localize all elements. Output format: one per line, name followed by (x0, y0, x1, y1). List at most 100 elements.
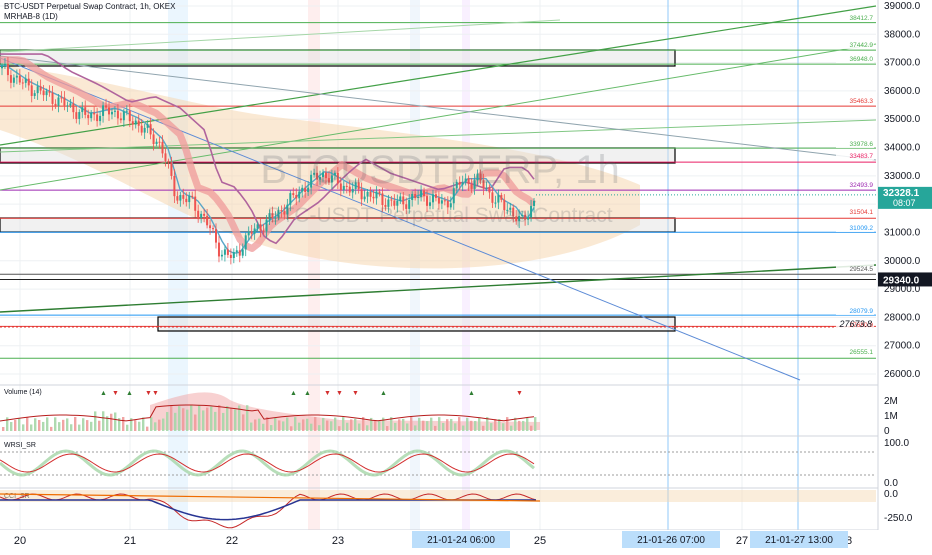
volume-bar (322, 417, 325, 431)
candle-body (24, 78, 27, 83)
volume-signal-marker: ▼ (336, 390, 343, 397)
candle-body (212, 228, 215, 230)
volume-bar (26, 417, 29, 431)
volume-bar (274, 418, 277, 431)
candle-body (48, 91, 51, 93)
time-tick-label: 22 (226, 535, 238, 547)
time-tick-label: 27 (736, 535, 748, 547)
candle-body (69, 103, 72, 106)
volume-bar (282, 421, 285, 431)
volume-signal-marker: ▼ (112, 390, 119, 397)
candle-body (417, 196, 420, 198)
chart-canvas[interactable]: BTCUSDTPERP, 1h BTC-USDT Perpetual Swap … (0, 0, 932, 550)
candle-body (217, 242, 220, 257)
volume-bar (454, 423, 457, 431)
volume-signal-marker: ▲ (468, 390, 475, 397)
volume-bar (258, 418, 261, 431)
rsi-axis-label: 0.0 (884, 478, 898, 489)
candle-body (295, 195, 298, 199)
candle-body (185, 198, 188, 203)
volume-bar (262, 423, 265, 431)
volume-bar (366, 425, 369, 431)
candle-body (241, 249, 244, 256)
candle-body (42, 90, 45, 96)
dotted-level-price-label: 27673.8 (838, 319, 872, 329)
volume-bar (10, 422, 13, 431)
candle-body (75, 112, 78, 119)
candle-body (232, 252, 235, 259)
volume-bar (62, 419, 65, 431)
candle-body (161, 141, 164, 154)
zone-rectangle[interactable] (157, 316, 676, 332)
volume-bar (346, 422, 349, 431)
volume-signal-marker: ▲ (380, 390, 387, 397)
volume-bar (502, 423, 505, 431)
volume-bar (530, 425, 533, 431)
candle-body (215, 229, 217, 243)
volume-bar (242, 414, 245, 431)
volume-bar (134, 420, 137, 431)
volume-bar (190, 405, 193, 431)
candle-body (197, 210, 200, 219)
volume-bar (246, 405, 249, 431)
volume-bar (426, 421, 429, 431)
volume-bar (394, 422, 397, 431)
candle-body (434, 194, 437, 198)
price-tick-label: 31000.0 (884, 227, 921, 238)
volume-bar (14, 419, 17, 431)
candle-body (140, 125, 143, 133)
volume-signal-marker: ▲ (100, 390, 107, 397)
candle-body (250, 231, 253, 234)
volume-bar (254, 419, 257, 431)
level-value-label: 33483.7 (850, 153, 874, 160)
candle-body (431, 194, 434, 203)
candle-body (30, 85, 33, 96)
candle-body (1, 65, 3, 69)
volume-bar (462, 425, 465, 431)
volume-bar (206, 407, 209, 431)
volume-bar (466, 417, 469, 431)
volume-bar (406, 423, 409, 431)
volume-signal-marker: ▼ (152, 390, 159, 397)
volume-bar (442, 422, 445, 431)
volume-bar (514, 417, 517, 431)
candle-body (96, 114, 99, 122)
volume-bar (318, 425, 321, 431)
volume-bar (354, 418, 357, 431)
candle-body (119, 118, 122, 121)
time-tick-label: 23 (332, 535, 344, 547)
volume-bar (386, 426, 389, 431)
volume-bar (234, 409, 237, 431)
candle-body (72, 103, 75, 113)
candle-body (399, 196, 402, 201)
level-value-label: 35463.3 (850, 98, 874, 105)
price-tick-label: 39000.0 (884, 1, 921, 12)
volume-bar (458, 417, 461, 431)
volume-bar (214, 411, 217, 431)
level-value-label: 31504.1 (850, 209, 874, 216)
watermark-description: BTC-USDT Perpetual Swap Contract (267, 204, 612, 227)
candle-body (134, 120, 137, 125)
candle-body (372, 196, 375, 199)
candle-body (375, 191, 378, 199)
candle-body (131, 121, 134, 125)
volume-bar (422, 420, 425, 431)
chart-title: BTC-USDT Perpetual Swap Contract, 1h, OK… (4, 2, 176, 11)
candle-body (51, 92, 54, 104)
candle-body (99, 115, 102, 122)
volume-bar (402, 418, 405, 431)
candle-body (220, 254, 223, 257)
trading-chart[interactable]: BTCUSDTPERP, 1h BTC-USDT Perpetual Swap … (0, 0, 932, 550)
volume-bar (294, 417, 297, 431)
candle-body (149, 124, 152, 135)
candle-body (188, 195, 191, 203)
candle-body (116, 110, 119, 119)
candle-body (60, 97, 63, 99)
volume-signal-marker: ▼ (352, 390, 359, 397)
candle-body (235, 250, 238, 253)
volume-bar (202, 410, 205, 431)
candle-body (289, 193, 292, 205)
candle-body (137, 120, 140, 126)
volume-bar (326, 420, 329, 431)
volume-bar (154, 422, 157, 431)
